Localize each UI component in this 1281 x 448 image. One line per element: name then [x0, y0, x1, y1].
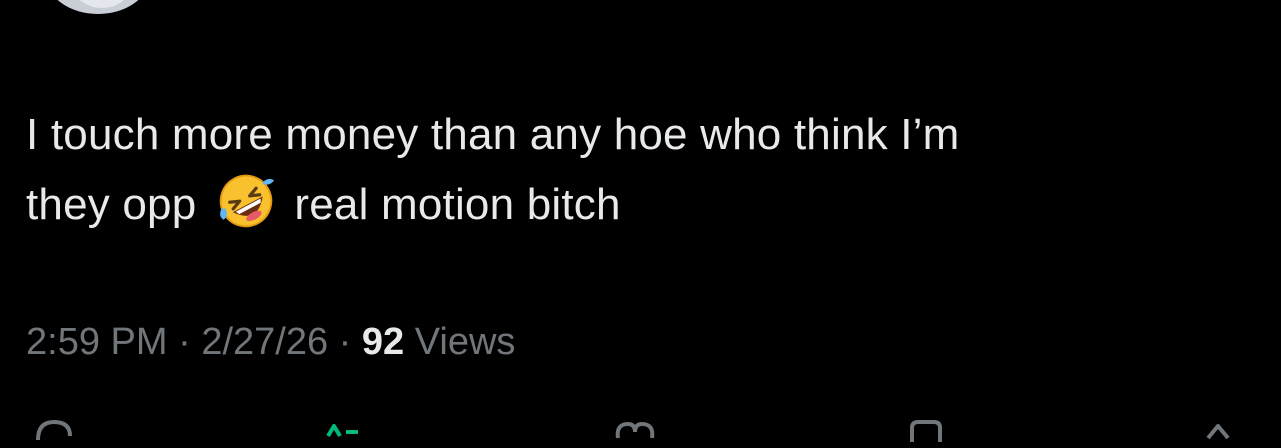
views-count: 92 [361, 321, 405, 363]
like-icon[interactable] [610, 418, 660, 448]
tweet-text-after-emoji: real motion bitch [294, 180, 621, 229]
tweet-meta: 2:59 PM · 2/27/26 · 92 Views [26, 316, 515, 368]
rolling-on-floor-laughing-emoji [220, 174, 275, 228]
tweet-text-before-emoji: they opp [26, 180, 197, 229]
avatar-image [72, 0, 132, 8]
views-label: Views [414, 321, 516, 363]
share-icon[interactable] [1196, 418, 1240, 448]
meta-separator: · [178, 321, 191, 363]
tweet-time[interactable]: 2:59 PM [26, 321, 168, 363]
reply-icon[interactable] [32, 418, 76, 448]
avatar[interactable] [46, 0, 150, 14]
tweet-text-line-1: I touch more money than any hoe who thin… [26, 110, 960, 159]
tweet-text: I touch more money than any hoe who thin… [26, 100, 1246, 240]
action-bar [0, 404, 1281, 442]
tweet-text-line-2: they opp real motion bitch [26, 170, 1246, 240]
tweet-date[interactable]: 2/27/26 [201, 321, 328, 363]
meta-separator: · [338, 321, 352, 363]
repost-icon[interactable] [320, 418, 364, 448]
bookmark-icon[interactable] [904, 418, 948, 448]
